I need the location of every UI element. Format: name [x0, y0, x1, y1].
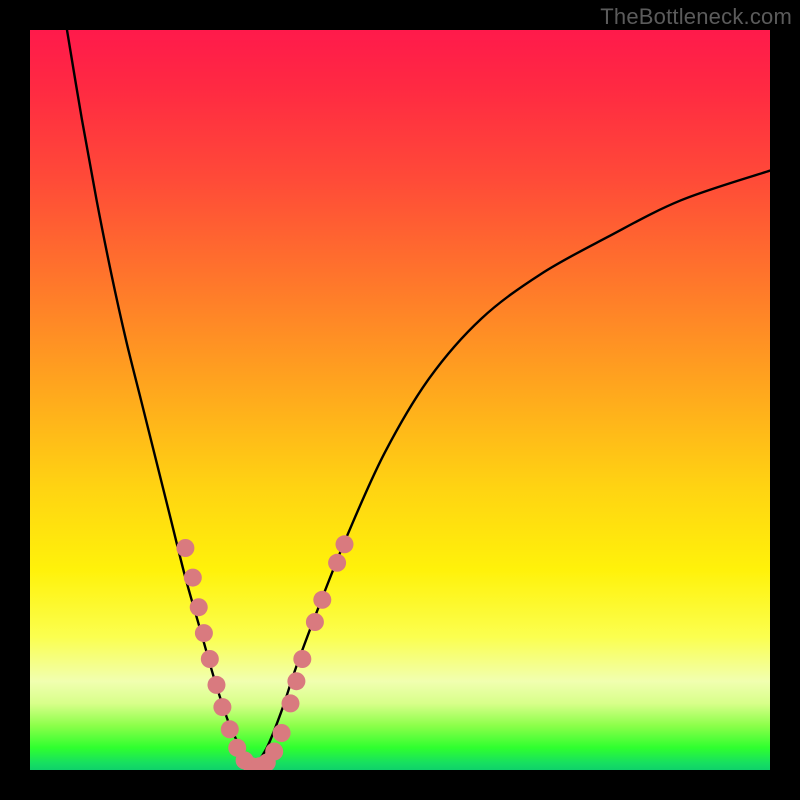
marker-dot: [190, 598, 208, 616]
marker-dot: [201, 650, 219, 668]
marker-dot: [184, 569, 202, 587]
marker-dot: [207, 676, 225, 694]
left-branch: [67, 30, 252, 770]
marker-dot: [281, 694, 299, 712]
marker-dot: [273, 724, 291, 742]
marker-dot: [336, 535, 354, 553]
marker-dot: [306, 613, 324, 631]
plot-area: [30, 30, 770, 770]
marker-dot: [195, 624, 213, 642]
marker-dot: [293, 650, 311, 668]
marker-dot: [313, 591, 331, 609]
marker-dot: [287, 672, 305, 690]
marker-dots: [176, 535, 353, 770]
curve-layer: [30, 30, 770, 770]
marker-dot: [213, 698, 231, 716]
marker-dot: [328, 554, 346, 572]
marker-dot: [176, 539, 194, 557]
watermark-text: TheBottleneck.com: [600, 4, 792, 30]
right-branch-line: [252, 171, 770, 770]
marker-dot: [265, 743, 283, 761]
marker-dot: [221, 720, 239, 738]
right-branch: [252, 171, 770, 770]
left-branch-line: [67, 30, 252, 770]
chart-frame: TheBottleneck.com: [0, 0, 800, 800]
